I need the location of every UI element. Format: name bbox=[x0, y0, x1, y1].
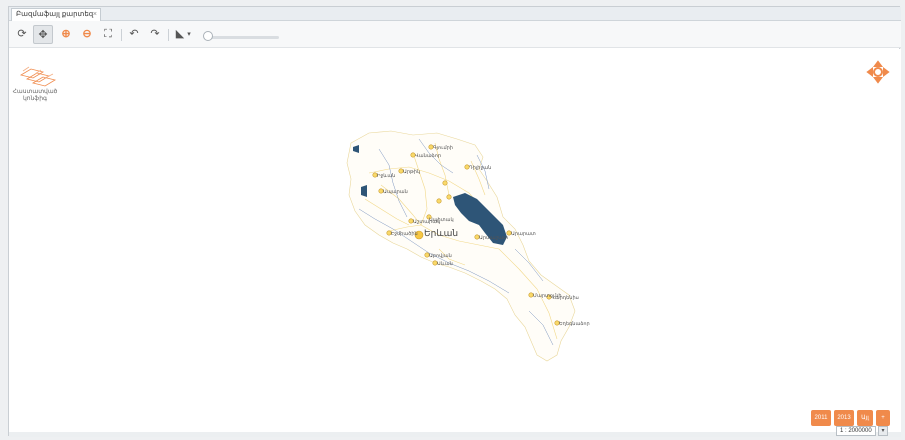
armenia-map bbox=[346, 130, 576, 362]
refresh-icon[interactable]: ⟳ bbox=[12, 25, 32, 44]
year-buttons: 2011 2013 Այլ + bbox=[9, 410, 901, 426]
city-label: Եղեգնաձոր bbox=[559, 321, 590, 327]
map-window: Բազմաֆայլ քարտեզ × ⟳ ✥ ⊕ ⊖ ⛶ ↶ ↷ ◣ ▾ Հաս… bbox=[8, 6, 901, 437]
reservoir-west bbox=[361, 185, 367, 197]
undo-icon[interactable]: ↶ bbox=[124, 25, 144, 44]
city-marker bbox=[436, 198, 442, 204]
city-label: Դիլիջան bbox=[469, 165, 492, 171]
toolbar-divider bbox=[121, 29, 122, 41]
city-label: Աշտարակ bbox=[413, 219, 441, 225]
map-canvas[interactable]: Հաստատված կոնֆիգ Գյումրի Վանաձոր Դիլիջան… bbox=[9, 49, 901, 432]
city-label: Իջևան bbox=[377, 173, 396, 179]
capital-label: Երևան bbox=[424, 228, 459, 238]
zoom-in-icon[interactable]: ⊕ bbox=[56, 25, 76, 44]
city-label: Ապարան bbox=[383, 189, 408, 195]
full-extent-icon[interactable]: ⛶ bbox=[98, 25, 118, 44]
scale-input[interactable]: 1 : 2000000 bbox=[836, 426, 876, 436]
close-icon[interactable]: × bbox=[93, 9, 97, 21]
city-marker bbox=[442, 180, 448, 186]
year-button[interactable]: Այլ bbox=[857, 410, 873, 426]
zoom-out-icon[interactable]: ⊖ bbox=[77, 25, 97, 44]
status-bar bbox=[9, 432, 901, 437]
map-toolbar: ⟳ ✥ ⊕ ⊖ ⛶ ↶ ↷ ◣ ▾ bbox=[9, 21, 901, 48]
zoom-slider-track[interactable] bbox=[207, 36, 279, 39]
tab-bar: Բազմաֆայլ քարտեզ × bbox=[9, 7, 901, 21]
city-label: Վանաձոր bbox=[415, 153, 442, 159]
city-label: Արթիկ bbox=[403, 169, 421, 175]
country-outline bbox=[346, 130, 576, 362]
city-label: Գյումրի bbox=[433, 145, 453, 151]
year-button[interactable]: + bbox=[876, 410, 890, 426]
toolbar-divider bbox=[168, 29, 169, 41]
city-label: Արարատ bbox=[511, 231, 536, 237]
tab-map[interactable]: Բազմաֆայլ քարտեզ × bbox=[11, 8, 101, 21]
city-marker bbox=[446, 194, 452, 200]
zoom-slider-handle[interactable] bbox=[203, 31, 213, 41]
redo-icon[interactable]: ↷ bbox=[145, 25, 165, 44]
chevron-down-icon[interactable]: ▾ bbox=[878, 426, 888, 436]
year-button[interactable]: 2011 bbox=[811, 410, 831, 426]
city-label: Սևան bbox=[437, 261, 453, 267]
year-button[interactable]: 2013 bbox=[834, 410, 854, 426]
city-label: Արտաշատ bbox=[479, 235, 508, 241]
pan-icon[interactable]: ✥ bbox=[33, 25, 53, 44]
tab-title: Բազմաֆայլ քարտեզ bbox=[16, 11, 94, 18]
city-label: Աբովյան bbox=[429, 253, 452, 259]
city-label: Վարդենիս bbox=[551, 295, 579, 301]
city-label: Էջմիածին bbox=[391, 231, 418, 237]
measure-dropdown-icon[interactable]: ▾ bbox=[184, 25, 194, 44]
